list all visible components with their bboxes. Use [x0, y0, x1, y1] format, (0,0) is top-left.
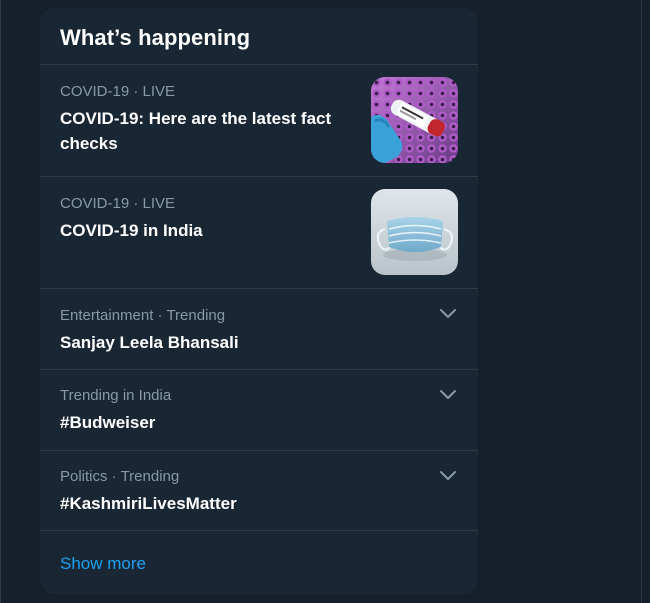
right-column-border	[641, 0, 642, 603]
trend-item-sanjay-leela-bhansali[interactable]: Entertainment · Trending Sanjay Leela Bh…	[40, 289, 478, 370]
trend-meta: Entertainment · Trending	[60, 307, 226, 324]
trend-name: Sanjay Leela Bhansali	[60, 333, 239, 352]
news-thumbnail-face-mask	[371, 189, 458, 275]
news-item-headline: COVID-19: Here are the latest fact check…	[60, 109, 332, 153]
show-more-link[interactable]: Show more	[60, 553, 146, 575]
panel-title: What’s happening	[60, 25, 251, 50]
chevron-down-icon[interactable]	[438, 307, 458, 321]
trend-item-kashmiri-lives-matter[interactable]: Politics · Trending #KashmiriLivesMatter	[40, 451, 478, 531]
left-column-border	[0, 0, 1, 603]
panel-header: What’s happening	[40, 8, 478, 65]
news-thumbnail-test-vials	[371, 77, 458, 163]
chevron-down-icon[interactable]	[438, 469, 458, 483]
trend-name: #KashmiriLivesMatter	[60, 494, 237, 513]
whats-happening-panel: What’s happening COVID-19 · LIVE COVID-1…	[40, 8, 478, 594]
trend-item-budweiser[interactable]: Trending in India #Budweiser	[40, 370, 478, 451]
news-item-headline: COVID-19 in India	[60, 221, 203, 240]
news-item-meta: COVID-19 · LIVE	[60, 195, 176, 212]
news-item-meta: COVID-19 · LIVE	[60, 83, 176, 100]
trend-meta: Politics · Trending	[60, 468, 180, 485]
news-item-covid-india[interactable]: COVID-19 · LIVE COVID-19 in India	[40, 177, 478, 289]
trend-name: #Budweiser	[60, 413, 156, 432]
trend-meta: Trending in India	[60, 387, 172, 404]
news-item-covid-fact-checks[interactable]: COVID-19 · LIVE COVID-19: Here are the l…	[40, 65, 478, 177]
chevron-down-icon[interactable]	[438, 388, 458, 402]
